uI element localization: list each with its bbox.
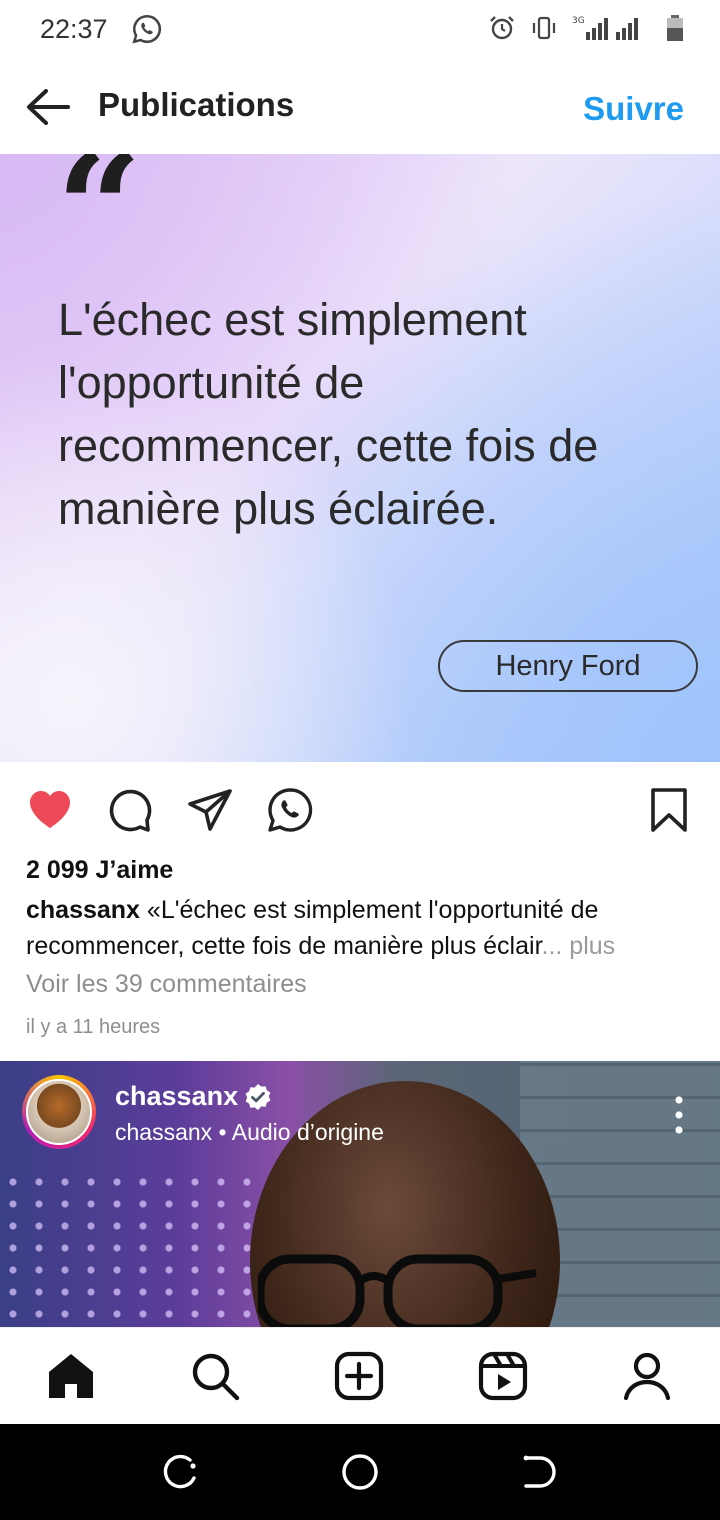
search-icon[interactable] [189, 1350, 241, 1402]
quote-mark-icon: “ [56, 154, 143, 297]
status-time: 22:37 [40, 14, 108, 44]
share-icon[interactable] [186, 786, 234, 834]
back-icon[interactable] [518, 1452, 558, 1492]
system-nav-bar [0, 1424, 720, 1520]
reel-username[interactable]: chassanx [115, 1081, 238, 1112]
back-arrow-icon[interactable] [24, 86, 72, 128]
reels-icon[interactable] [477, 1350, 529, 1402]
home-circle-icon[interactable] [340, 1452, 380, 1492]
like-heart-icon[interactable] [26, 786, 74, 834]
glasses-shape [258, 1254, 537, 1327]
create-icon[interactable] [333, 1350, 385, 1402]
post-actions [0, 762, 720, 858]
signal-icon: 3G [572, 16, 638, 40]
follow-button[interactable]: Suivre [583, 90, 684, 128]
network-label: 3G [572, 16, 585, 26]
post-timestamp: il y a 11 heures [26, 1016, 161, 1038]
profile-icon[interactable] [621, 1350, 673, 1402]
caption-more-link[interactable]: ... plus [542, 932, 616, 960]
whatsapp-share-icon[interactable] [266, 786, 314, 834]
reel-preview[interactable]: chassanx chassanx • Audio d’origine [0, 1061, 720, 1327]
comment-icon[interactable] [106, 786, 154, 834]
recents-icon[interactable] [160, 1452, 200, 1492]
view-comments-link[interactable]: Voir les 39 commentaires [26, 970, 307, 999]
avatar[interactable] [26, 1079, 92, 1145]
whatsapp-icon [132, 14, 162, 44]
status-bar: 22:37 3G [0, 0, 720, 60]
battery-icon [667, 15, 683, 41]
post-image[interactable]: “ L'échec est simplement l'opportunité d… [0, 154, 720, 762]
status-icons: 3G [488, 14, 684, 42]
reel-audio-info[interactable]: chassanx • Audio d’origine [115, 1119, 384, 1146]
quote-text: L'échec est simplement l'opportunité de … [58, 294, 599, 534]
caption-username[interactable]: chassanx [26, 896, 140, 924]
more-options-icon[interactable] [674, 1095, 684, 1135]
top-bar: Publications Suivre [0, 60, 720, 154]
alarm-icon [490, 16, 514, 40]
page-title: Publications [98, 86, 295, 123]
story-ring[interactable] [22, 1075, 96, 1149]
vibrate-icon [532, 16, 556, 40]
like-count[interactable]: 2 099 J’aime [26, 856, 173, 885]
bookmark-icon[interactable] [645, 786, 693, 834]
bottom-nav [0, 1327, 720, 1425]
quote-author: Henry Ford [438, 640, 698, 692]
verified-badge-icon [245, 1084, 271, 1110]
post-caption[interactable]: chassanx «L'échec est simplement l'oppor… [26, 892, 696, 964]
home-icon[interactable] [45, 1350, 97, 1402]
